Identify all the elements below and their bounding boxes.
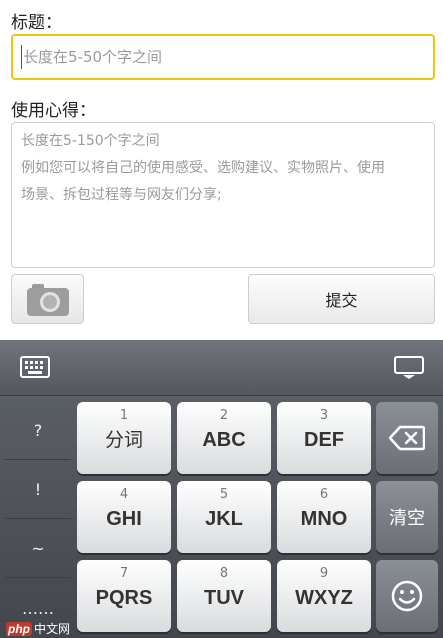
ime-keyboard: ? ! ~ …… 1 分词 2 ABC 3 DEF 4 GHI 5 JKL 6 … [0, 340, 443, 638]
experience-textarea[interactable]: 长度在5-150个字之间 例如您可以将自己的使用感受、选购建议、实物照片、使用 … [11, 122, 435, 268]
watermark: php 中文网 [6, 620, 70, 637]
key-number: 5 [219, 487, 229, 502]
key-number: 1 [119, 408, 129, 423]
key-label: JKL [205, 508, 243, 530]
title-input[interactable] [11, 34, 435, 80]
key-number: 7 [119, 566, 129, 581]
backspace-button[interactable] [376, 402, 438, 474]
key-label: TUV [204, 587, 244, 609]
key-label: ABC [202, 429, 246, 451]
symbol-key-question[interactable]: ? [5, 402, 71, 460]
key-label: WXYZ [295, 587, 353, 609]
submit-button[interactable]: 提交 [248, 274, 435, 324]
symbol-key-exclamation[interactable]: ! [5, 461, 71, 519]
key-9-wxyz[interactable]: 9 WXYZ [277, 560, 371, 632]
key-8-tuv[interactable]: 8 TUV [177, 560, 271, 632]
hide-keyboard-icon[interactable] [394, 356, 424, 380]
experience-placeholder-line-2: 例如您可以将自己的使用感受、选购建议、实物照片、使用 [21, 160, 385, 176]
watermark-text: 中文网 [34, 622, 71, 636]
emoji-button[interactable] [376, 560, 438, 632]
review-form: 标题： 使用心得： 长度在5-150个字之间 例如您可以将自己的使用感受、选购建… [0, 0, 443, 340]
key-number: 4 [119, 487, 129, 502]
experience-label: 使用心得： [11, 101, 96, 121]
key-number: 2 [219, 408, 229, 423]
key-label: DEF [304, 429, 344, 451]
key-7-pqrs[interactable]: 7 PQRS [77, 560, 171, 632]
camera-icon [27, 284, 69, 316]
key-6-mno[interactable]: 6 MNO [277, 481, 371, 553]
key-2-abc[interactable]: 2 ABC [177, 402, 271, 474]
emoji-icon [391, 580, 423, 612]
key-1-segment[interactable]: 1 分词 [77, 402, 171, 474]
key-3-def[interactable]: 3 DEF [277, 402, 371, 474]
key-label: PQRS [95, 587, 153, 609]
key-number: 3 [319, 408, 329, 423]
key-label: MNO [300, 508, 348, 530]
experience-placeholder-line-3: 场景、拆包过程等与网友们分享; [21, 187, 222, 203]
title-label: 标题： [11, 13, 62, 33]
keyboard-icon[interactable] [20, 356, 50, 378]
key-number: 6 [319, 487, 329, 502]
keyboard-toolbar [0, 340, 443, 396]
key-5-jkl[interactable]: 5 JKL [177, 481, 271, 553]
key-label: 分词 [104, 429, 143, 451]
symbol-column: ? ! ~ …… [5, 402, 71, 638]
key-number: 8 [219, 566, 229, 581]
clear-button[interactable]: 清空 [376, 481, 438, 553]
backspace-icon [389, 425, 425, 451]
symbol-key-tilde[interactable]: ~ [5, 520, 71, 578]
experience-placeholder-line-1: 长度在5-150个字之间 [21, 133, 160, 149]
key-4-ghi[interactable]: 4 GHI [77, 481, 171, 553]
text-caret [21, 45, 22, 69]
add-photo-button[interactable] [11, 274, 84, 324]
key-label: GHI [106, 508, 142, 530]
watermark-brand: php [6, 621, 32, 636]
key-number: 9 [319, 566, 329, 581]
